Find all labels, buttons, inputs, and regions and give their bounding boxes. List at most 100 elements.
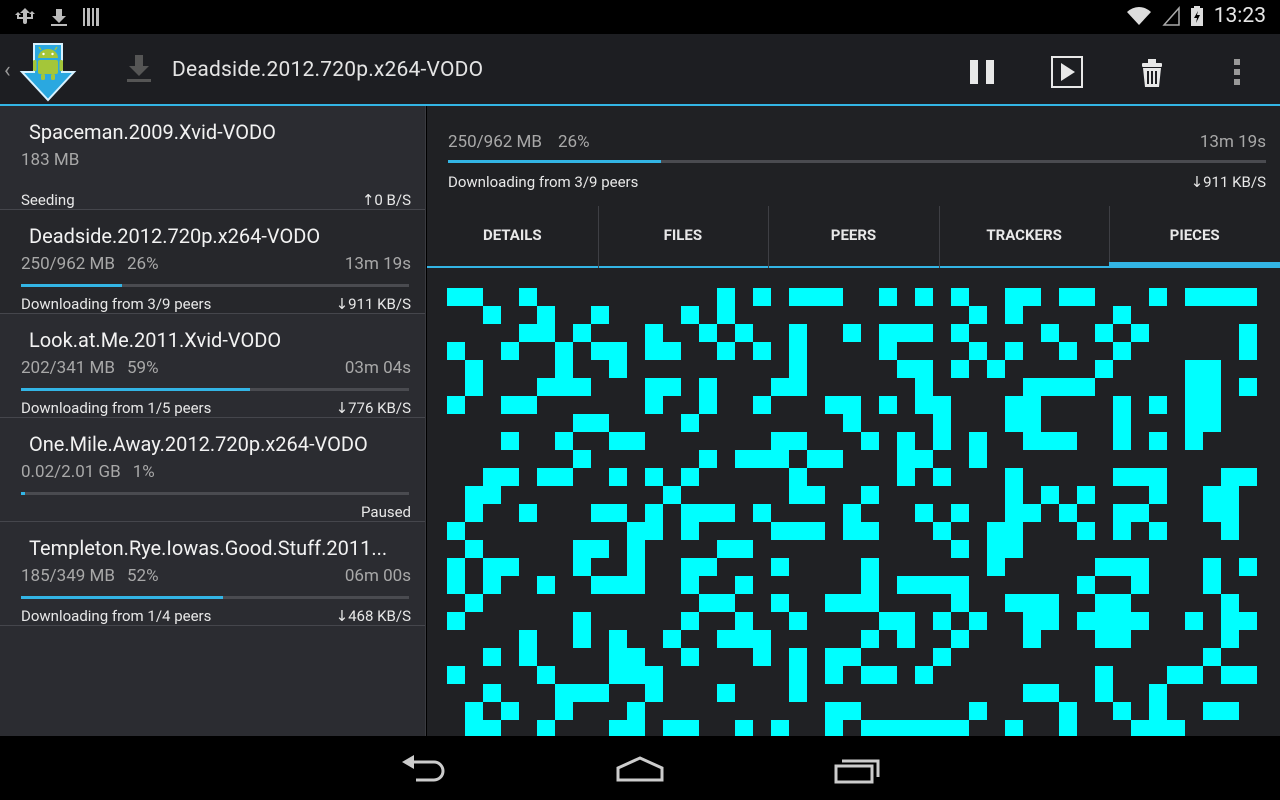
piece-block — [573, 378, 591, 396]
torrent-item[interactable]: Deadside.2012.720p.x264-VODO 250/962 MB 2… — [0, 210, 425, 314]
navigation-bar — [0, 736, 1280, 800]
up-indicator[interactable]: ‹ — [4, 58, 11, 83]
torrent-name: Look.at.Me.2011.Xvid-VODO — [29, 328, 282, 352]
piece-block — [825, 288, 843, 306]
piece-block — [1239, 342, 1257, 360]
piece-block — [465, 720, 483, 736]
piece-block — [915, 576, 933, 594]
piece-block — [681, 414, 699, 432]
tab-files[interactable]: FILES — [597, 204, 769, 268]
piece-block — [555, 378, 573, 396]
piece-block — [447, 522, 465, 540]
piece-block — [843, 702, 861, 720]
torrent-item[interactable]: One.Mile.Away.2012.720p.x264-VODO 0.02/2… — [0, 418, 425, 522]
piece-block — [1077, 486, 1095, 504]
piece-block — [501, 468, 519, 486]
app-logo-icon[interactable] — [18, 40, 78, 104]
torrent-status: Downloading from 1/5 peers — [21, 399, 212, 417]
piece-block — [969, 306, 987, 324]
piece-block — [537, 378, 555, 396]
piece-block — [1203, 648, 1221, 666]
piece-block — [501, 702, 519, 720]
torrent-item[interactable]: Templeton.Rye.Iowas.Good.Stuff.2011... 1… — [0, 522, 425, 626]
piece-block — [807, 486, 825, 504]
piece-block — [897, 720, 915, 736]
trash-icon[interactable] — [1132, 52, 1172, 92]
home-icon[interactable] — [614, 752, 666, 788]
piece-block — [1221, 486, 1239, 504]
piece-block — [825, 720, 843, 736]
piece-block — [897, 468, 915, 486]
torrent-item[interactable]: Look.at.Me.2011.Xvid-VODO 202/341 MB 59% … — [0, 314, 425, 418]
pause-icon[interactable] — [962, 52, 1002, 92]
piece-block — [519, 396, 537, 414]
piece-block — [879, 288, 897, 306]
piece-block — [699, 504, 717, 522]
piece-block — [1041, 378, 1059, 396]
piece-block — [1023, 288, 1041, 306]
piece-block — [789, 342, 807, 360]
piece-block — [663, 342, 681, 360]
tab-details[interactable]: DETAILS — [427, 204, 598, 266]
action-bar: ‹ Deadside.2012.720p.x264-VODO — [0, 34, 1280, 106]
piece-block — [735, 720, 753, 736]
piece-block — [933, 720, 951, 736]
piece-block — [1149, 468, 1167, 486]
torrent-percent: 59% — [127, 358, 159, 378]
detail-status: Downloading from 3/9 peers — [448, 173, 639, 191]
recents-icon[interactable] — [832, 752, 884, 788]
tab-peers[interactable]: PEERS — [768, 204, 939, 268]
piece-block — [969, 432, 987, 450]
piece-block — [879, 612, 897, 630]
piece-block — [789, 360, 807, 378]
piece-block — [987, 558, 1005, 576]
piece-block — [465, 702, 483, 720]
action-bar-title: Deadside.2012.720p.x264-VODO — [172, 58, 484, 82]
piece-block — [789, 612, 807, 630]
piece-block — [591, 504, 609, 522]
piece-block — [1005, 540, 1023, 558]
piece-block — [645, 324, 663, 342]
piece-block — [1239, 558, 1257, 576]
piece-block — [1059, 432, 1077, 450]
torrent-size: 202/341 MB 59% — [21, 358, 159, 378]
piece-block — [1095, 630, 1113, 648]
piece-block — [915, 360, 933, 378]
piece-block — [717, 684, 735, 702]
play-icon[interactable] — [1047, 52, 1087, 92]
torrent-item[interactable]: Spaceman.2009.Xvid-VODO 183 MB Seeding ↑… — [0, 106, 425, 210]
piece-block — [699, 324, 717, 342]
piece-block — [1095, 684, 1113, 702]
piece-block — [1203, 702, 1221, 720]
tab-pieces[interactable]: PIECES — [1109, 204, 1280, 268]
torrent-percent: 26% — [127, 254, 159, 274]
piece-block — [627, 540, 645, 558]
piece-block — [843, 522, 861, 540]
piece-block — [771, 432, 789, 450]
torrent-speed: ↓911 KB/S — [335, 295, 411, 313]
piece-block — [483, 576, 501, 594]
piece-block — [1185, 360, 1203, 378]
piece-block — [1203, 504, 1221, 522]
piece-block — [573, 324, 591, 342]
piece-block — [483, 468, 501, 486]
back-icon[interactable] — [398, 752, 450, 788]
piece-block — [771, 720, 789, 736]
piece-block — [789, 522, 807, 540]
piece-block — [627, 720, 645, 736]
torrent-percent: 52% — [127, 566, 159, 586]
overflow-menu-icon[interactable] — [1217, 52, 1257, 92]
piece-block — [915, 720, 933, 736]
piece-block — [609, 504, 627, 522]
tab-trackers[interactable]: TRACKERS — [938, 204, 1110, 268]
piece-block — [591, 306, 609, 324]
piece-block — [879, 396, 897, 414]
piece-block — [1023, 630, 1041, 648]
piece-block — [1095, 324, 1113, 342]
piece-block — [465, 594, 483, 612]
piece-block — [627, 666, 645, 684]
piece-block — [951, 288, 969, 306]
piece-block — [1149, 684, 1167, 702]
piece-block — [1221, 702, 1239, 720]
piece-block — [1095, 612, 1113, 630]
